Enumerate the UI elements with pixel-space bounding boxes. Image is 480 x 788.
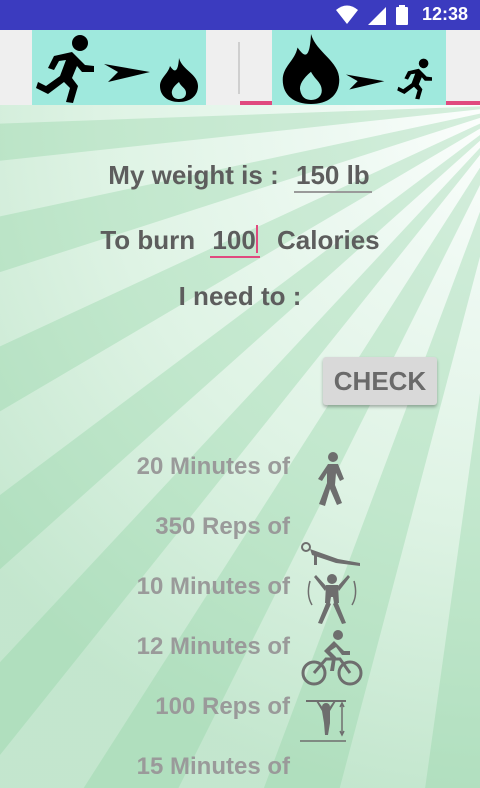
arrow-icon bbox=[104, 64, 150, 82]
activity-text: 15 Minutes of bbox=[136, 753, 290, 780]
burn-suffix-label: Calories bbox=[277, 225, 380, 255]
wifi-icon bbox=[335, 5, 358, 24]
runner-icon bbox=[36, 35, 94, 103]
cycling-icon bbox=[301, 630, 363, 686]
calories-input[interactable]: 100 bbox=[210, 225, 260, 258]
battery-icon bbox=[395, 4, 408, 25]
jumping-jacks-icon bbox=[307, 574, 357, 624]
activity-text: 20 Minutes of bbox=[136, 453, 290, 480]
flame-icon bbox=[160, 58, 198, 102]
weight-label: My weight is : bbox=[108, 160, 279, 190]
signal-icon bbox=[367, 6, 386, 25]
flame-icon bbox=[282, 34, 340, 104]
tab-burn-to-run[interactable] bbox=[272, 30, 446, 105]
activity-text: 350 Reps of bbox=[155, 513, 290, 540]
clock-time: 12:38 bbox=[421, 4, 468, 24]
pullup-icon bbox=[300, 700, 346, 742]
status-icons: 12:38 bbox=[335, 4, 468, 25]
activity-text: 10 Minutes of bbox=[136, 573, 290, 600]
burn-row: To burn 100 Calories bbox=[0, 225, 480, 258]
status-bar: 12:38 bbox=[0, 0, 480, 30]
check-button[interactable]: CHECK bbox=[323, 357, 437, 405]
calories-input-value: 100 bbox=[212, 225, 256, 255]
tab-bar bbox=[0, 30, 480, 105]
tab-divider bbox=[238, 42, 240, 94]
arrow-icon bbox=[346, 74, 385, 90]
activity-text: 100 Reps of bbox=[155, 693, 290, 720]
weight-input[interactable]: 150 lb bbox=[293, 160, 372, 193]
tab-run-to-burn[interactable] bbox=[32, 30, 206, 105]
main-content[interactable]: My weight is : 150 lb To burn 100 Calori… bbox=[0, 105, 480, 788]
sunburst-background bbox=[0, 106, 480, 788]
text-cursor bbox=[255, 225, 258, 253]
activity-text: 12 Minutes of bbox=[136, 633, 290, 660]
need-label: I need to : bbox=[178, 281, 302, 311]
burn-prefix-label: To burn bbox=[100, 225, 196, 255]
runner-icon bbox=[397, 58, 432, 100]
walking-icon bbox=[318, 452, 344, 506]
weight-row: My weight is : 150 lb bbox=[0, 160, 480, 193]
